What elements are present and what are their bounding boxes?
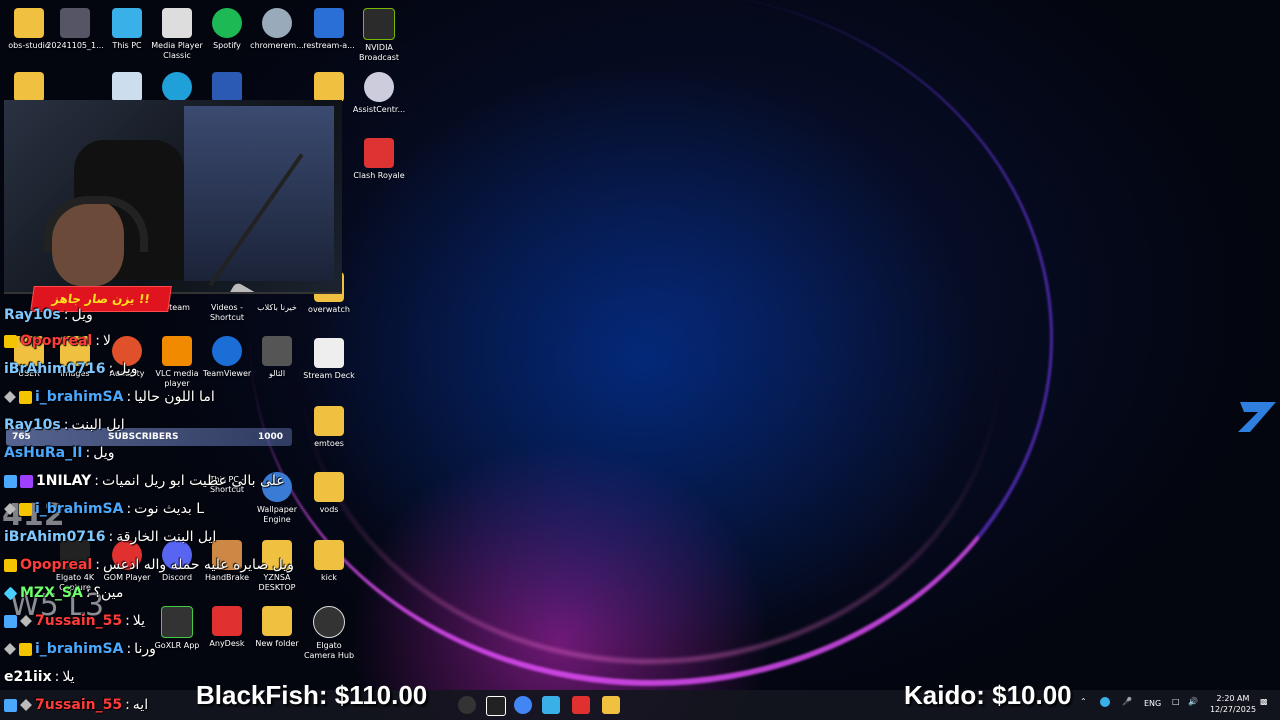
chat-message: 1NILAY: على بالي عطيت ابو ريل انميات bbox=[4, 470, 285, 492]
tip-alert-right: Kaido: $10.00 bbox=[904, 680, 1072, 710]
chat-message: Opopreal: ويل صايره عليه حمله واله ادعس bbox=[4, 554, 294, 576]
chat-message: iBrAhim0716: ويل bbox=[4, 361, 138, 377]
video-file-icon bbox=[60, 8, 90, 38]
taskbar-app-icon[interactable] bbox=[602, 696, 620, 714]
crown-badge-icon bbox=[19, 390, 32, 404]
chat-message: i_brahimSA: اما اللون حاليا bbox=[4, 386, 215, 408]
window-icon bbox=[314, 8, 344, 38]
webcam-feed bbox=[4, 100, 342, 294]
taskbar-clock[interactable]: 2:20 AM 12/27/2025 bbox=[1208, 693, 1258, 715]
desktop-icon-video[interactable]: 20241105_1... bbox=[46, 8, 104, 51]
chat-overlay: Ray10s: ويل Opopreal: لا iBrAhim0716: ويل i… bbox=[0, 304, 330, 692]
chat-message: MZX_SA: مين؟ bbox=[3, 582, 123, 604]
chat-message: Ray10s: ايل البنت bbox=[4, 417, 125, 433]
game-icon bbox=[364, 138, 394, 168]
tray-volume-icon[interactable]: 🔊 bbox=[1188, 697, 1198, 706]
chat-message: i_brahimSA: ورنا bbox=[4, 638, 156, 660]
tray-app-icon[interactable] bbox=[1100, 697, 1110, 707]
word-icon bbox=[212, 72, 242, 102]
chat-message: 7ussain_55: ايه bbox=[4, 694, 148, 716]
tray-network-icon[interactable]: □ bbox=[1172, 697, 1180, 706]
chat-message: 7ussain_55: يلا bbox=[4, 610, 145, 632]
verified-badge-icon bbox=[4, 474, 17, 488]
disc-icon bbox=[262, 8, 292, 38]
sword-badge-icon bbox=[4, 643, 16, 655]
taskbar bbox=[0, 690, 1280, 720]
assist-icon bbox=[364, 72, 394, 102]
webcam-microphone bbox=[225, 281, 271, 292]
diamond-badge-icon bbox=[3, 586, 18, 600]
chat-message: AsHuRa_II: ويل bbox=[4, 445, 115, 461]
chat-message: e21iix: يلا bbox=[4, 669, 75, 685]
sword-badge-icon bbox=[4, 391, 16, 403]
sword-badge-icon bbox=[20, 615, 32, 627]
edge-icon bbox=[162, 72, 192, 102]
taskbar-chrome-icon[interactable] bbox=[514, 696, 532, 714]
tip-alert-left: BlackFish: $110.00 bbox=[196, 680, 428, 710]
nvidia-icon bbox=[363, 8, 395, 40]
crown-badge-icon bbox=[4, 558, 17, 572]
desktop-icon-row2-a[interactable] bbox=[0, 72, 58, 102]
folder-icon bbox=[14, 8, 44, 38]
chat-message: iBrAhim0716: ايل البنت الخارقة bbox=[4, 529, 217, 545]
chat-message: Ray10s: ويل bbox=[4, 307, 93, 323]
monitor-icon bbox=[112, 8, 142, 38]
chat-message: Opopreal: لا bbox=[4, 330, 111, 352]
desktop-icon-nvidia-broadcast[interactable]: NVIDIA Broadcast bbox=[350, 8, 408, 63]
folder-icon bbox=[314, 72, 344, 102]
taskbar-camera-icon[interactable] bbox=[486, 696, 506, 716]
sword-badge-icon bbox=[20, 699, 32, 711]
app-icon bbox=[14, 72, 44, 102]
desktop-icon-clash-royale[interactable]: Clash Royale bbox=[350, 138, 408, 181]
sub-badge-icon bbox=[20, 474, 33, 488]
verified-badge-icon bbox=[4, 614, 17, 628]
notification-icon[interactable]: ▩ bbox=[1260, 697, 1268, 706]
verified-badge-icon bbox=[4, 698, 17, 712]
crown-badge-icon bbox=[19, 502, 32, 516]
spotify-icon bbox=[212, 8, 242, 38]
channel-logo-icon bbox=[1238, 402, 1276, 432]
chat-message: i_brahimSA: بديث نوت L bbox=[4, 498, 204, 520]
tray-language[interactable]: ENG bbox=[1144, 699, 1161, 708]
crown-badge-icon bbox=[4, 334, 17, 348]
webcam-window-background bbox=[184, 106, 334, 281]
taskbar-obs-icon[interactable] bbox=[458, 696, 476, 714]
desktop-icon-chromerem[interactable]: chromerem... bbox=[248, 8, 306, 51]
sword-badge-icon bbox=[4, 503, 16, 515]
tray-chevron-up-icon[interactable]: ⌃ bbox=[1080, 697, 1087, 706]
tray-microphone-icon[interactable]: 🎤 bbox=[1122, 697, 1132, 706]
taskbar-explorer-icon[interactable] bbox=[542, 696, 560, 714]
media-player-icon bbox=[162, 8, 192, 38]
recycle-bin-icon bbox=[112, 72, 142, 102]
desktop-icon-assistcentr[interactable]: AssistCentr... bbox=[350, 72, 408, 115]
taskbar-anydesk-icon[interactable] bbox=[572, 696, 590, 714]
crown-badge-icon bbox=[19, 642, 32, 656]
desktop-icon-word[interactable] bbox=[198, 72, 256, 102]
clock-date: 12/27/2025 bbox=[1209, 705, 1257, 714]
clock-time: 2:20 AM bbox=[1216, 694, 1250, 703]
